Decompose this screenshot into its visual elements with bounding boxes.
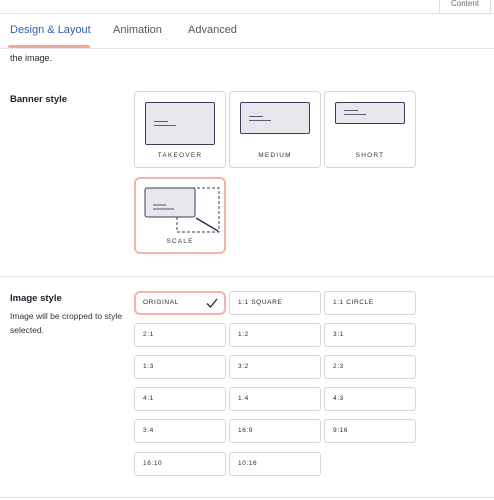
top-strip bbox=[0, 0, 494, 14]
takeover-thumbnail bbox=[145, 102, 215, 145]
image-style-4-1[interactable]: 4:1 bbox=[134, 387, 226, 411]
chip-label: ORIGINAL bbox=[143, 299, 179, 306]
banner-option-takeover[interactable]: TAKEOVER bbox=[134, 91, 226, 168]
tab-design-layout[interactable]: Design & Layout bbox=[10, 24, 91, 36]
banner-option-label: SCALE bbox=[166, 238, 194, 245]
banner-option-label: MEDIUM bbox=[258, 152, 292, 159]
tab-advanced[interactable]: Advanced bbox=[188, 24, 237, 36]
banner-option-label: TAKEOVER bbox=[157, 152, 203, 159]
image-style-1-1-square[interactable]: 1:1 SQUARE bbox=[229, 291, 321, 315]
image-style-1-4[interactable]: 1:4 bbox=[229, 387, 321, 411]
image-style-original[interactable]: ORIGINAL bbox=[134, 291, 226, 315]
image-style-9-16[interactable]: 9:16 bbox=[324, 419, 416, 443]
image-style-1-2[interactable]: 1:2 bbox=[229, 323, 321, 347]
banner-style-label: Banner style bbox=[10, 94, 68, 105]
image-style-2-1[interactable]: 2:1 bbox=[134, 323, 226, 347]
image-style-10-16[interactable]: 10:16 bbox=[229, 452, 321, 476]
image-style-1-1-circle[interactable]: 1:1 CIRCLE bbox=[324, 291, 416, 315]
image-style-3-4[interactable]: 3:4 bbox=[134, 419, 226, 443]
image-style-16-9[interactable]: 16:9 bbox=[229, 419, 321, 443]
section-divider-bottom bbox=[0, 497, 494, 498]
banner-option-short[interactable]: SHORT bbox=[324, 91, 416, 168]
image-style-4-3[interactable]: 4:3 bbox=[324, 387, 416, 411]
scale-thumbnail-icon bbox=[144, 187, 220, 233]
image-style-16-10[interactable]: 16:10 bbox=[134, 452, 226, 476]
image-style-3-1[interactable]: 3:1 bbox=[324, 323, 416, 347]
tab-bar: Design & Layout Animation Advanced bbox=[0, 14, 494, 49]
description-text-fragment: the image. bbox=[10, 53, 53, 63]
image-style-1-3[interactable]: 1:3 bbox=[134, 355, 226, 379]
image-style-2-3[interactable]: 2:3 bbox=[324, 355, 416, 379]
check-icon bbox=[206, 298, 218, 308]
active-tab-indicator bbox=[8, 45, 90, 48]
tab-animation[interactable]: Animation bbox=[113, 24, 162, 36]
banner-option-scale[interactable]: SCALE bbox=[134, 177, 226, 254]
banner-option-medium[interactable]: MEDIUM bbox=[229, 91, 321, 168]
short-thumbnail bbox=[335, 102, 405, 124]
image-style-label: Image style bbox=[10, 293, 62, 304]
content-tab[interactable]: Content bbox=[439, 0, 491, 14]
image-style-3-2[interactable]: 3:2 bbox=[229, 355, 321, 379]
image-style-help: Image will be cropped to style selected. bbox=[10, 311, 122, 335]
banner-option-label: SHORT bbox=[355, 152, 385, 159]
section-divider bbox=[0, 276, 494, 277]
medium-thumbnail bbox=[240, 102, 310, 134]
